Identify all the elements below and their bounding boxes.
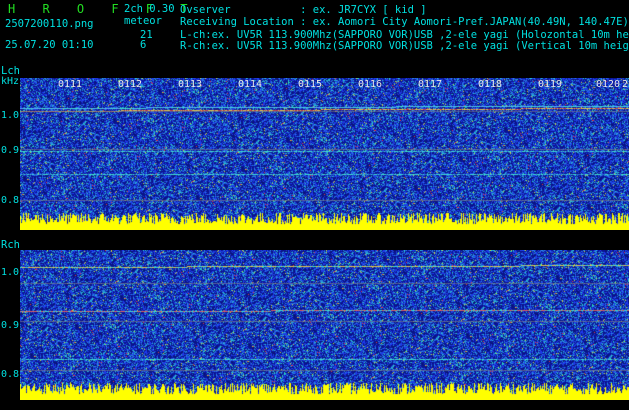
datetime: 25.07.20 01:10	[5, 39, 94, 51]
lch-tick-0-8: 0.8	[1, 195, 20, 206]
time-mark: 0120	[596, 79, 621, 90]
time-mark: 0119	[538, 79, 563, 90]
lch-spectrogram	[20, 78, 629, 230]
khz-unit-label: kHz	[1, 76, 20, 87]
rch-meteor-count: 6	[140, 39, 147, 51]
edge-mark: 2	[622, 79, 629, 90]
rch-tick-1-0: 1.0	[1, 267, 20, 278]
meteor-label: meteor	[124, 15, 162, 27]
lch-label: Lch	[1, 65, 20, 77]
image-filename: 2507200110.png	[5, 18, 94, 30]
lch-setup-line: L-ch:ex. UV5R 113.900Mhz(SAPPORO VOR)USB…	[180, 29, 629, 41]
lch-tick-0-9: 0.9	[1, 145, 20, 156]
time-mark: 0118	[478, 79, 503, 90]
time-mark: 0117	[418, 79, 443, 90]
time-mark: 0112	[118, 79, 143, 90]
version-label: 2ch 0.30	[124, 3, 175, 15]
rch-tick-0-8: 0.8	[1, 369, 20, 380]
rch-spectrogram	[20, 250, 629, 400]
observer-line: Ovserver : ex. JR7CYX [ kid ]	[180, 4, 427, 16]
lch-tick-1-0: 1.0	[1, 110, 20, 121]
time-mark: 0115	[298, 79, 323, 90]
location-line: Receiving Location : ex. Aomori City Aom…	[180, 16, 629, 28]
rch-tick-0-9: 0.9	[1, 320, 20, 331]
time-mark: 0116	[358, 79, 383, 90]
rch-label: Rch	[1, 239, 20, 251]
time-mark: 0113	[178, 79, 203, 90]
time-mark: 0114	[238, 79, 263, 90]
time-mark: 0111	[58, 79, 83, 90]
rch-setup-line: R-ch:ex. UV5R 113.900Mhz(SAPPORO VOR)USB…	[180, 40, 629, 52]
